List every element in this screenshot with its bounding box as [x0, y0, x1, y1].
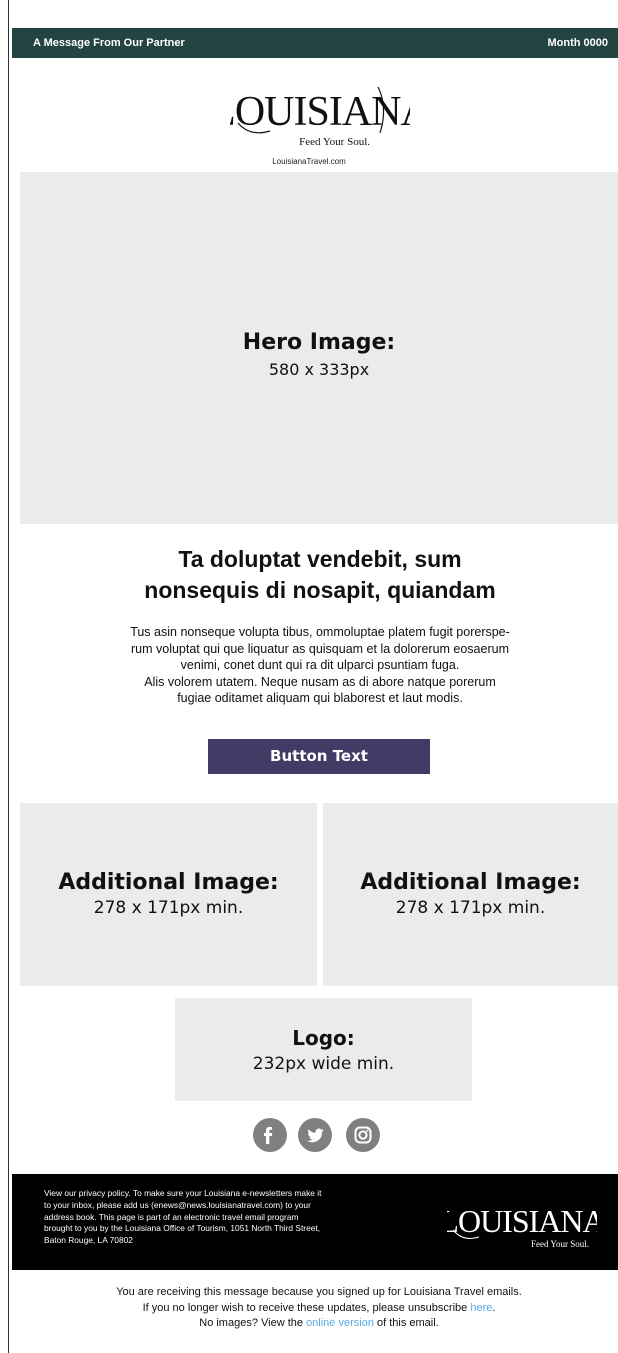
twitter-icon[interactable]: [298, 1118, 332, 1152]
body-line: Alis volorem utatem. Neque nusam as di a…: [144, 674, 496, 689]
body-line: Tus asin nonseque volupta tibus, ommolup…: [130, 625, 510, 639]
instagram-icon[interactable]: [346, 1118, 380, 1152]
article-body: Tus asin nonseque volupta tibus, ommolup…: [60, 624, 580, 707]
additional-image-placeholder: Additional Image: 278 x 171px min.: [20, 803, 317, 986]
site-url[interactable]: LouisianaTravel.com: [0, 157, 618, 166]
louisiana-logo[interactable]: LOUISIANA Feed Your Soul.: [230, 77, 410, 153]
facebook-icon[interactable]: [253, 1118, 287, 1152]
logo-placeholder: Logo: 232px wide min.: [175, 998, 472, 1101]
headline-line: Ta doluptat vendebit, sum: [178, 546, 462, 572]
article-headline: Ta doluptat vendebit, sum nonsequis di n…: [40, 544, 600, 606]
page-left-rule: [8, 0, 9, 1353]
unsubscribe-note: If you no longer wish to receive these u…: [20, 1301, 618, 1317]
footer-louisiana-logo[interactable]: LOUISIANA Feed Your Soul.: [447, 1196, 597, 1252]
hero-placeholder-title: Hero Image:: [242, 330, 396, 355]
headline-line: nonsequis di nosapit, quiandam: [144, 577, 496, 603]
additional-image-size: 278 x 171px min.: [93, 898, 244, 918]
online-version-note: No images? View the online version of th…: [20, 1316, 618, 1332]
additional-image-title: Additional Image:: [58, 870, 279, 895]
footer-logo-wordmark: LOUISIANA: [447, 1203, 597, 1239]
footer-legal-text: View our privacy policy. To make sure yo…: [44, 1188, 426, 1247]
legal-line: to your inbox, please add us (enews@news…: [44, 1199, 311, 1210]
unsubscribe-suffix: .: [492, 1301, 496, 1314]
partner-message-label: A Message From Our Partner: [33, 37, 185, 49]
online-version-suffix: of this email.: [373, 1317, 439, 1330]
issue-date-label: Month 0000: [547, 37, 608, 49]
hero-image-placeholder: Hero Image: 580 x 333px: [20, 172, 618, 524]
legal-line: address book. This page is part of an el…: [44, 1211, 299, 1222]
online-version-link[interactable]: online version: [306, 1317, 374, 1329]
footer-notes: You are receiving this message because y…: [20, 1285, 618, 1332]
online-version-prefix: No images? View the: [199, 1317, 307, 1330]
legal-line: brought to you by the Louisiana Office o…: [44, 1223, 321, 1234]
partner-header-bar: A Message From Our Partner Month 0000: [12, 28, 618, 58]
unsubscribe-link[interactable]: here: [470, 1302, 492, 1314]
additional-image-placeholder: Additional Image: 278 x 171px min.: [323, 803, 618, 986]
additional-image-size: 278 x 171px min.: [395, 898, 546, 918]
unsubscribe-prefix: If you no longer wish to receive these u…: [142, 1301, 471, 1314]
legal-line: View our privacy policy. To make sure yo…: [44, 1188, 322, 1198]
logo-placeholder-size: 232px wide min.: [252, 1054, 395, 1074]
logo-tagline: Feed Your Soul.: [299, 136, 370, 148]
body-line: rum voluptat qui que liquatur as quisqua…: [131, 641, 509, 656]
legal-line: Baton Rouge, LA 70802: [44, 1235, 133, 1246]
subscription-note: You are receiving this message because y…: [116, 1286, 522, 1298]
cta-button[interactable]: Button Text: [208, 739, 430, 774]
body-line: fugiae oditamet aliquam qui blaborest et…: [177, 691, 463, 705]
footer-logo-tagline: Feed Your Soul.: [531, 1239, 589, 1249]
hero-placeholder-size: 580 x 333px: [268, 360, 370, 379]
footer-banner: View our privacy policy. To make sure yo…: [12, 1174, 618, 1270]
logo-placeholder-title: Logo:: [292, 1026, 355, 1050]
body-line: venimi, conet dunt qui ra dit ulparci ps…: [180, 658, 460, 672]
additional-image-title: Additional Image:: [360, 870, 581, 895]
